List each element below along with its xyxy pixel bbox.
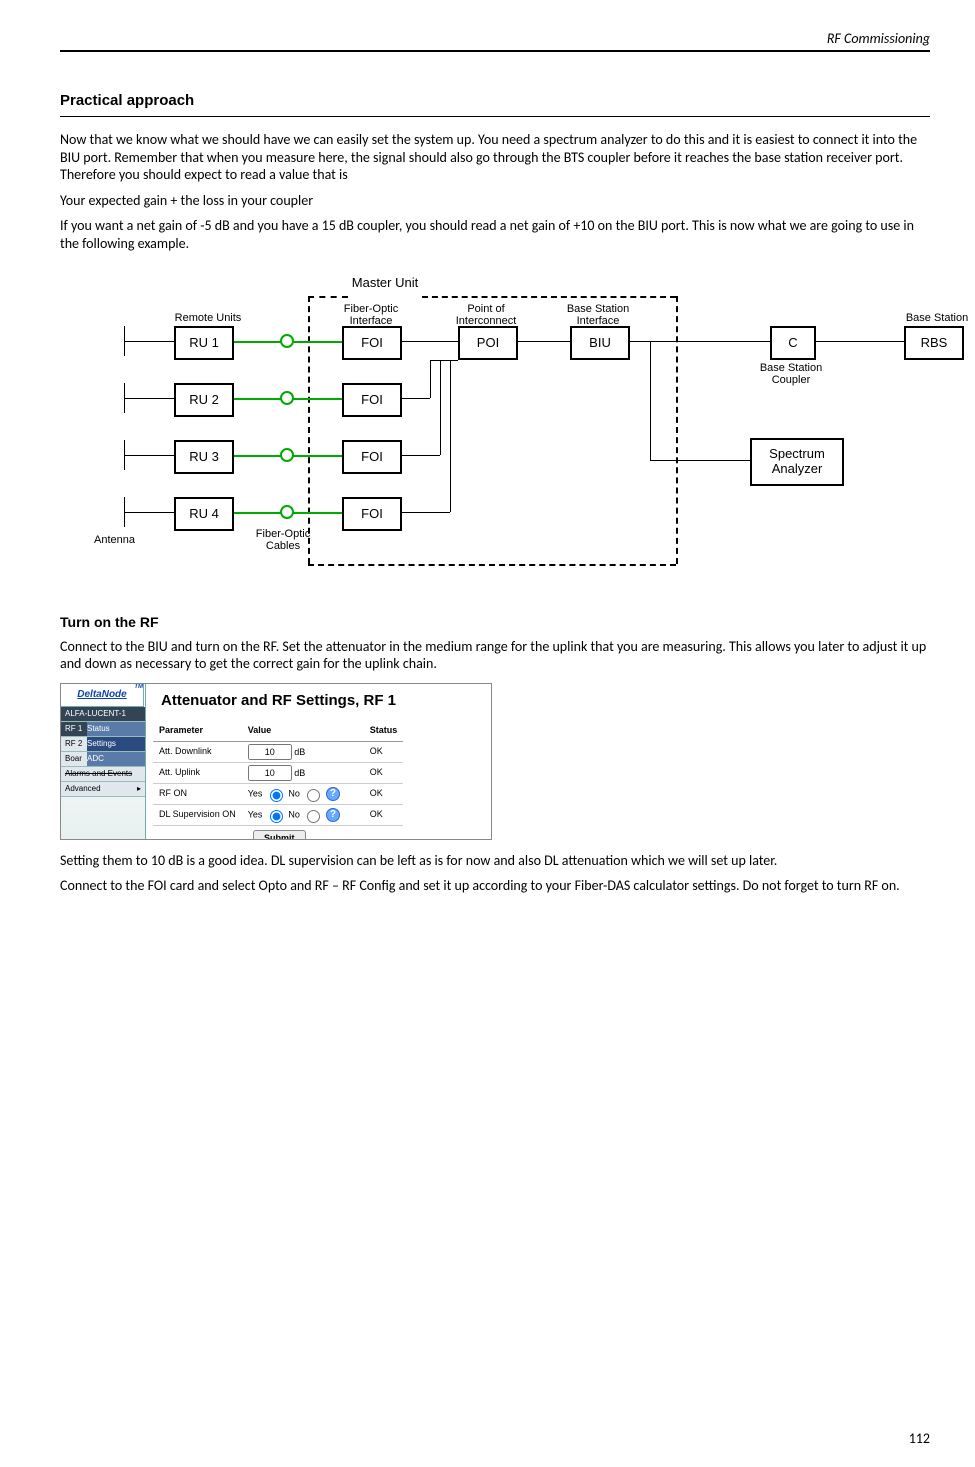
box-coupler: C — [770, 326, 816, 360]
deltanode-logo: DeltaNode TM — [61, 684, 144, 707]
menu-rf2[interactable]: RF 2 — [61, 737, 87, 752]
para-2: Your expected gain + the loss in your co… — [60, 192, 930, 210]
label-remote-units: Remote Units — [168, 312, 248, 324]
para-3: If you want a net gain of -5 dB and you … — [60, 217, 930, 252]
fiber-cable-icon — [280, 505, 294, 519]
input-att-uplink[interactable] — [248, 765, 292, 781]
fiber-cable-icon — [280, 448, 294, 462]
box-foi1: FOI — [342, 326, 402, 360]
menu-settings[interactable]: Settings — [83, 737, 145, 752]
para-1: Now that we know what we should have we … — [60, 131, 930, 184]
para-6: Connect to the FOI card and select Opto … — [60, 877, 930, 895]
label-bsi: Base Station Interface — [558, 303, 638, 327]
box-foi3: FOI — [342, 440, 402, 474]
panel-title: Attenuator and RF Settings, RF 1 — [161, 692, 485, 711]
box-foi2: FOI — [342, 383, 402, 417]
row-att-downlink: Att. Downlink dB OK — [153, 741, 403, 762]
row-rf-on: RF ON Yes No ? OK — [153, 783, 403, 804]
para-4: Connect to the BIU and turn on the RF. S… — [60, 638, 930, 673]
box-rbs: RBS — [904, 326, 964, 360]
submit-button[interactable]: Submit — [253, 830, 306, 840]
attenuator-rf-settings-panel: DeltaNode TM ALFA-LUCENT-1 RF 1 Status R… — [60, 683, 492, 840]
radio-dlsup-yes[interactable] — [270, 810, 283, 823]
menu-status[interactable]: Status — [83, 722, 145, 737]
fiber-cable-icon — [280, 334, 294, 348]
label-antenna: Antenna — [94, 534, 135, 546]
menu-advanced[interactable]: Advanced▸ — [61, 782, 145, 797]
col-status: Status — [364, 721, 404, 742]
help-icon[interactable]: ? — [326, 787, 340, 801]
header-title: RF Commissioning — [827, 30, 930, 47]
box-spectrum-analyzer: Spectrum Analyzer — [750, 438, 844, 486]
box-ru4: RU 4 — [174, 497, 234, 531]
settings-table: Parameter Value Status Att. Downlink dB … — [153, 721, 403, 826]
col-parameter: Parameter — [153, 721, 242, 742]
col-value: Value — [242, 721, 364, 742]
row-att-uplink: Att. Uplink dB OK — [153, 762, 403, 783]
label-master-unit: Master Unit — [348, 276, 422, 290]
page-number: 112 — [909, 1430, 930, 1448]
radio-rf-on-no[interactable] — [307, 789, 320, 802]
running-header: RF Commissioning — [60, 30, 930, 52]
system-diagram: Master Unit Remote Units Fiber-Optic Int… — [90, 270, 960, 600]
menu-boar[interactable]: Boar — [61, 752, 87, 767]
radio-dlsup-no[interactable] — [307, 810, 320, 823]
box-ru1: RU 1 — [174, 326, 234, 360]
section-title: Practical approach — [60, 92, 930, 118]
label-fiber-cables: Fiber-Optic Cables — [248, 528, 318, 552]
label-poi: Point of Interconnect — [448, 303, 524, 327]
row-dl-supervision: DL Supervision ON Yes No ? OK — [153, 804, 403, 825]
input-att-downlink[interactable] — [248, 744, 292, 760]
radio-rf-on-yes[interactable] — [270, 789, 283, 802]
label-base-station: Base Station — [897, 312, 975, 324]
menu-alfa-lucent[interactable]: ALFA-LUCENT-1 — [61, 707, 145, 722]
fiber-cable-icon — [280, 391, 294, 405]
box-foi4: FOI — [342, 497, 402, 531]
menu-alarms[interactable]: Alarms and Events — [61, 767, 145, 782]
box-poi: POI — [458, 326, 518, 360]
menu-rf1[interactable]: RF 1 — [61, 722, 87, 737]
menu-adc[interactable]: ADC — [83, 752, 145, 767]
box-biu: BIU — [570, 326, 630, 360]
help-icon[interactable]: ? — [326, 808, 340, 822]
nav-sidebar: DeltaNode TM ALFA-LUCENT-1 RF 1 Status R… — [61, 684, 146, 839]
label-bs-coupler: Base Station Coupler — [750, 362, 832, 386]
para-5: Setting them to 10 dB is a good idea. DL… — [60, 852, 930, 870]
box-ru3: RU 3 — [174, 440, 234, 474]
box-ru2: RU 2 — [174, 383, 234, 417]
subsection-turn-on-rf: Turn on the RF — [60, 614, 930, 632]
label-foi-interface: Fiber-Optic Interface — [336, 303, 406, 327]
